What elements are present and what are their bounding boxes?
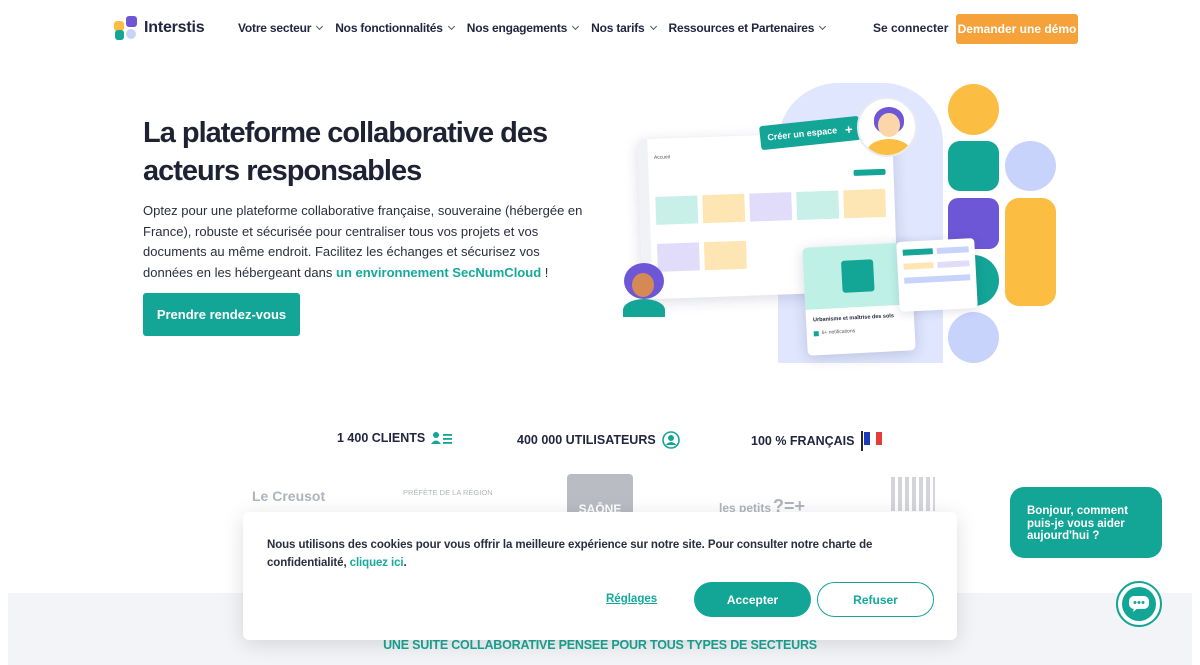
space-card-sub: 6+ notifications [821, 328, 856, 336]
stat-label: 400 000 UTILISATEURS [517, 433, 656, 447]
cookie-text-end: . [403, 557, 407, 569]
lavender-circle-shape [1005, 141, 1056, 191]
logo-mark-icon [114, 16, 138, 40]
partner-logo: Le Creusot [252, 488, 326, 504]
chevron-down-icon [819, 22, 827, 31]
chevron-down-icon [572, 22, 580, 31]
brand-name: Interstis [144, 19, 205, 36]
brand-logo[interactable]: Interstis [114, 16, 205, 40]
stat-label: 100 % FRANÇAIS [751, 434, 855, 448]
refuse-cookies-button[interactable]: Refuser [817, 582, 934, 617]
sectors-heading: UNE SUITE COLLABORATIVE PENSEE POUR TOUS… [383, 638, 817, 652]
app-card [749, 192, 793, 222]
nav-item-fonctionnalites[interactable]: Nos fonctionnalités [335, 21, 455, 35]
app-card [702, 193, 746, 224]
app-card [796, 190, 840, 220]
stat-clients: 1 400 CLIENTS [337, 431, 453, 445]
request-demo-button[interactable]: Demander une démo [956, 14, 1078, 44]
nav-label: Nos tarifs [591, 21, 645, 35]
partner-logo-qr [891, 477, 935, 511]
plus-icon: + [844, 121, 854, 137]
building-icon [840, 259, 875, 293]
france-flag-icon [860, 431, 882, 451]
app-card [655, 195, 699, 225]
avatar-illustration-top [857, 97, 917, 157]
nav-item-secteur[interactable]: Votre secteur [238, 21, 324, 35]
app-button [853, 168, 886, 176]
privacy-link[interactable]: cliquez ici [350, 557, 404, 569]
hero-description-end: ! [541, 264, 549, 280]
users-list-icon [431, 432, 453, 444]
list-card [896, 238, 978, 312]
hero-description: Optez pour une plateforme collaborative … [143, 201, 593, 283]
accept-cookies-button[interactable]: Accepter [694, 582, 811, 617]
chat-greeting-bubble[interactable]: Bonjour, comment puis-je vous aider aujo… [1010, 487, 1162, 558]
chat-dots-icon [1122, 587, 1156, 621]
stats-row: 1 400 CLIENTS 400 000 UTILISATEURS 100 %… [0, 428, 1200, 454]
hero-illustration: Accueil Créer un espace + Urbanisme et m… [600, 75, 1070, 375]
hero-title: La plateforme collaborative des acteurs … [143, 117, 548, 187]
avatar-illustration-left [618, 261, 670, 317]
space-card-notifications: 6+ notifications [813, 328, 856, 336]
chevron-down-icon [649, 22, 657, 31]
yellow-circle-shape [948, 84, 999, 135]
secnumcloud-link[interactable]: un environnement SecNumCloud [336, 265, 541, 280]
chevron-down-icon [316, 22, 324, 31]
main-nav: Votre secteur Nos fonctionnalités Nos en… [238, 21, 827, 35]
stat-users: 400 000 UTILISATEURS [517, 431, 680, 449]
app-card [843, 188, 887, 219]
book-appointment-button[interactable]: Prendre rendez-vous [143, 293, 300, 336]
nav-item-tarifs[interactable]: Nos tarifs [591, 21, 657, 35]
stat-label: 1 400 CLIENTS [337, 431, 426, 445]
create-space-label: Créer un espace [766, 125, 838, 143]
nav-label: Nos engagements [466, 21, 568, 35]
nav-label: Ressources et Partenaires [668, 21, 815, 35]
teal-square-shape [948, 141, 999, 191]
lavender-bottom-circle-shape [948, 312, 999, 363]
site-header: Interstis Votre secteur Nos fonctionnali… [0, 0, 1200, 58]
nav-label: Votre secteur [238, 21, 312, 35]
chat-launcher-button[interactable] [1116, 581, 1162, 627]
space-card-title: Urbanisme et maîtrise des sols [812, 313, 895, 324]
cookie-text: Nous utilisons des cookies pour vous off… [267, 536, 937, 572]
partner-logo: PRÉFÈTE DE LA RÉGION [403, 488, 493, 497]
user-circle-icon [661, 431, 680, 449]
cookie-banner: Nous utilisons des cookies pour vous off… [243, 512, 957, 640]
app-card [703, 240, 747, 271]
yellow-pill-shape [1005, 198, 1056, 306]
chevron-down-icon [447, 22, 455, 31]
nav-item-engagements[interactable]: Nos engagements [466, 21, 580, 35]
page: Interstis Votre secteur Nos fonctionnali… [0, 0, 1200, 665]
nav-label: Nos fonctionnalités [335, 21, 443, 35]
app-heading: Accueil [653, 154, 671, 161]
login-link[interactable]: Se connecter [873, 21, 948, 35]
stat-french: 100 % FRANÇAIS [751, 431, 883, 451]
nav-item-ressources[interactable]: Ressources et Partenaires [668, 21, 827, 35]
cookie-settings-link[interactable]: Réglages [606, 593, 657, 605]
